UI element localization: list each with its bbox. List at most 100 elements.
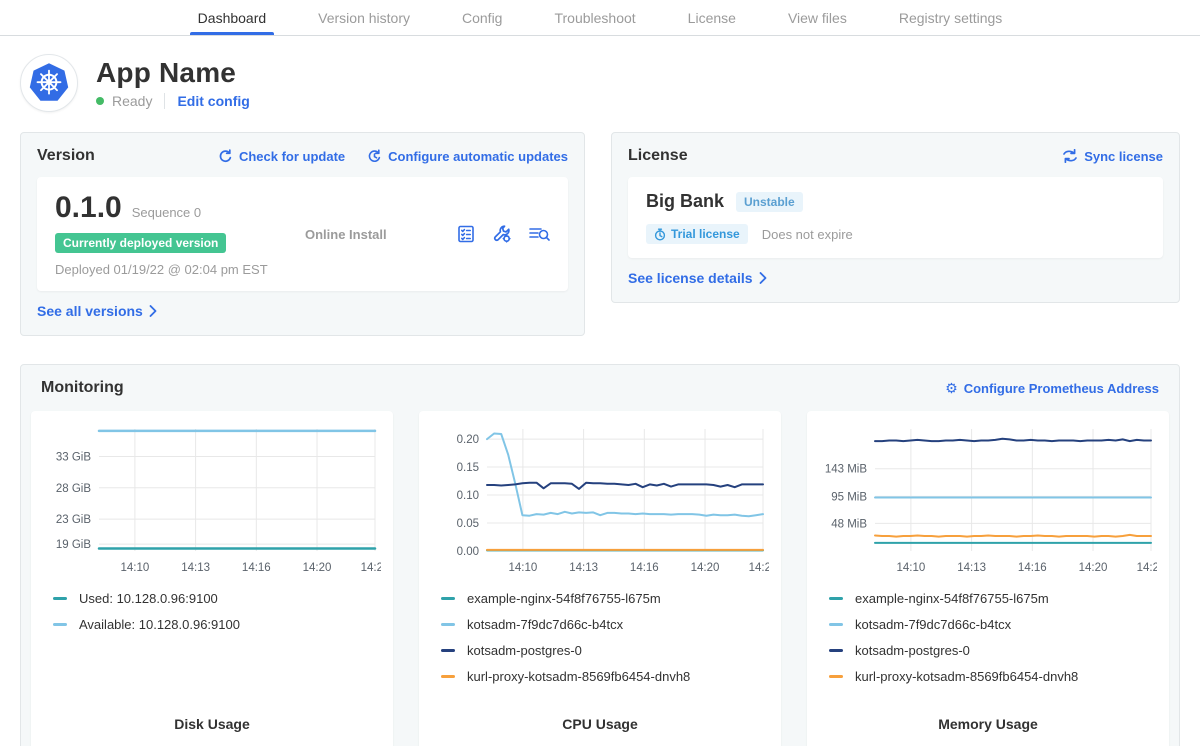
chevron-right-icon bbox=[149, 305, 157, 317]
status-text: Ready bbox=[112, 93, 152, 109]
series-swatch bbox=[441, 597, 455, 600]
trial-license-badge: Trial license bbox=[646, 224, 748, 244]
tab-label: Version history bbox=[318, 10, 410, 26]
install-type-label: Online Install bbox=[305, 227, 456, 242]
top-nav: Dashboard Version history Config Trouble… bbox=[0, 0, 1200, 36]
chart-title: Disk Usage bbox=[43, 716, 381, 740]
check-for-update-label: Check for update bbox=[239, 149, 345, 164]
configure-prometheus-link[interactable]: ⚙ Configure Prometheus Address bbox=[945, 381, 1159, 396]
series-swatch bbox=[53, 597, 67, 600]
configure-automatic-updates-label: Configure automatic updates bbox=[388, 149, 568, 164]
legend-label: example-nginx-54f8f76755-l675m bbox=[855, 591, 1049, 606]
tab-label: Registry settings bbox=[899, 10, 1002, 26]
series-swatch bbox=[441, 649, 455, 652]
series-swatch bbox=[829, 623, 843, 626]
monitoring-section: Monitoring ⚙ Configure Prometheus Addres… bbox=[20, 364, 1180, 746]
preflight-checklist-icon bbox=[456, 224, 476, 244]
svg-text:33 GiB: 33 GiB bbox=[56, 452, 91, 464]
see-all-versions-link[interactable]: See all versions bbox=[37, 303, 157, 319]
deployed-badge: Currently deployed version bbox=[55, 233, 226, 253]
legend-label: Used: 10.128.0.96:9100 bbox=[79, 591, 218, 606]
legend-label: kotsadm-7f9dc7d66c-b4tcx bbox=[467, 617, 623, 632]
svg-text:14:13: 14:13 bbox=[957, 562, 986, 574]
status-ready-dot bbox=[96, 97, 104, 105]
license-inner-card: Big Bank Unstable Trial license Does not… bbox=[628, 177, 1163, 258]
series-swatch bbox=[829, 675, 843, 678]
view-deploy-logs-button[interactable] bbox=[528, 224, 550, 244]
svg-text:0.10: 0.10 bbox=[457, 490, 479, 502]
svg-text:0.00: 0.00 bbox=[457, 546, 479, 558]
series-swatch bbox=[441, 623, 455, 626]
legend-item: kurl-proxy-kotsadm-8569fb6454-dnvh8 bbox=[441, 669, 769, 684]
license-name: Big Bank bbox=[646, 191, 724, 212]
edit-config-button[interactable] bbox=[492, 224, 512, 244]
page-title: App Name bbox=[96, 57, 250, 89]
legend-item: kotsadm-7f9dc7d66c-b4tcx bbox=[441, 617, 769, 632]
trial-license-label: Trial license bbox=[671, 227, 740, 241]
see-license-details-label: See license details bbox=[628, 270, 753, 286]
legend-item: example-nginx-54f8f76755-l675m bbox=[441, 591, 769, 606]
memory-usage-chart-card: 48 MiB95 MiB143 MiB14:1014:1314:1614:201… bbox=[807, 411, 1169, 746]
divider bbox=[164, 93, 165, 109]
svg-text:14:23: 14:23 bbox=[1137, 562, 1157, 574]
tab-label: Troubleshoot bbox=[554, 10, 635, 26]
chart-title: CPU Usage bbox=[431, 716, 769, 740]
version-number: 0.1.0 bbox=[55, 191, 122, 225]
wrench-gear-icon bbox=[492, 224, 512, 244]
check-for-update-link[interactable]: Check for update bbox=[218, 149, 345, 164]
preflight-checks-button[interactable] bbox=[456, 224, 476, 244]
chevron-right-icon bbox=[759, 272, 767, 284]
svg-text:14:23: 14:23 bbox=[749, 562, 769, 574]
legend-item: kotsadm-postgres-0 bbox=[829, 643, 1157, 658]
kubernetes-logo-icon bbox=[20, 54, 78, 112]
legend-item: Used: 10.128.0.96:9100 bbox=[53, 591, 381, 606]
svg-text:48 MiB: 48 MiB bbox=[831, 518, 867, 530]
deployed-timestamp: Deployed 01/19/22 @ 02:04 pm EST bbox=[55, 262, 305, 277]
see-license-details-link[interactable]: See license details bbox=[628, 270, 767, 286]
svg-text:0.20: 0.20 bbox=[457, 434, 479, 446]
file-search-icon bbox=[528, 224, 550, 244]
sync-license-link[interactable]: Sync license bbox=[1062, 149, 1163, 164]
cpu-usage-chart-card: 0.000.050.100.150.2014:1014:1314:1614:20… bbox=[419, 411, 781, 746]
tab-version-history[interactable]: Version history bbox=[292, 0, 436, 35]
tab-troubleshoot[interactable]: Troubleshoot bbox=[528, 0, 661, 35]
legend-item: kotsadm-postgres-0 bbox=[441, 643, 769, 658]
tab-view-files[interactable]: View files bbox=[762, 0, 873, 35]
tab-registry-settings[interactable]: Registry settings bbox=[873, 0, 1028, 35]
tab-dashboard[interactable]: Dashboard bbox=[172, 0, 293, 35]
version-card: Version Check for update Configure au bbox=[20, 132, 585, 336]
license-card-title: License bbox=[628, 147, 688, 165]
svg-text:14:10: 14:10 bbox=[120, 562, 149, 574]
configure-automatic-updates-link[interactable]: Configure automatic updates bbox=[367, 149, 568, 164]
license-expiry: Does not expire bbox=[762, 227, 853, 242]
disk-usage-chart-card: 19 GiB23 GiB28 GiB33 GiB14:1014:1314:161… bbox=[31, 411, 393, 746]
svg-text:14:13: 14:13 bbox=[569, 562, 598, 574]
svg-text:14:16: 14:16 bbox=[1018, 562, 1047, 574]
legend-label: example-nginx-54f8f76755-l675m bbox=[467, 591, 661, 606]
legend-item: kurl-proxy-kotsadm-8569fb6454-dnvh8 bbox=[829, 669, 1157, 684]
svg-text:14:10: 14:10 bbox=[508, 562, 537, 574]
svg-text:14:16: 14:16 bbox=[242, 562, 271, 574]
svg-text:28 GiB: 28 GiB bbox=[56, 483, 91, 495]
app-header: App Name Ready Edit config bbox=[0, 36, 1200, 122]
tab-label: Dashboard bbox=[198, 10, 267, 26]
svg-text:14:23: 14:23 bbox=[361, 562, 381, 574]
edit-config-link[interactable]: Edit config bbox=[177, 93, 249, 109]
svg-text:14:16: 14:16 bbox=[630, 562, 659, 574]
disk-usage-chart: 19 GiB23 GiB28 GiB33 GiB14:1014:1314:161… bbox=[43, 423, 381, 581]
legend-label: Available: 10.128.0.96:9100 bbox=[79, 617, 240, 632]
monitoring-title: Monitoring bbox=[41, 379, 124, 397]
tab-license[interactable]: License bbox=[662, 0, 762, 35]
series-swatch bbox=[53, 623, 67, 626]
legend-label: kurl-proxy-kotsadm-8569fb6454-dnvh8 bbox=[467, 669, 690, 684]
legend-label: kotsadm-7f9dc7d66c-b4tcx bbox=[855, 617, 1011, 632]
svg-text:23 GiB: 23 GiB bbox=[56, 514, 91, 526]
stopwatch-icon bbox=[654, 228, 666, 241]
tab-label: License bbox=[688, 10, 736, 26]
legend-item: Available: 10.128.0.96:9100 bbox=[53, 617, 381, 632]
svg-text:143 MiB: 143 MiB bbox=[825, 464, 868, 476]
sync-icon bbox=[1062, 149, 1078, 163]
tab-label: Config bbox=[462, 10, 502, 26]
series-swatch bbox=[829, 597, 843, 600]
tab-config[interactable]: Config bbox=[436, 0, 528, 35]
